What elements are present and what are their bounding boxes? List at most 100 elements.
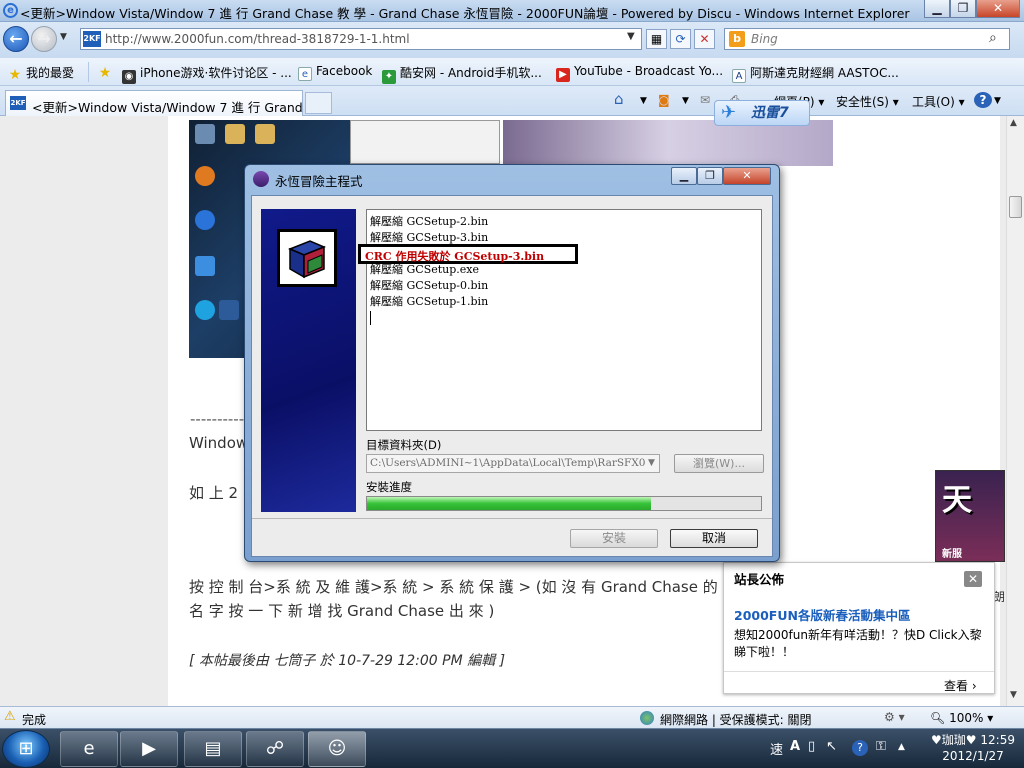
game-icon [253,171,269,187]
safety-menu-label: 安全性(S) [836,95,889,109]
scroll-down-icon[interactable]: ▼ [1010,690,1017,700]
tray-icon[interactable]: ▯ [808,739,815,754]
stop-icon[interactable]: ✕ [694,29,715,49]
add-favorite-icon[interactable]: ★ [98,64,116,80]
dialog-minimize-button[interactable]: ▁ [671,167,697,185]
side-advertisement[interactable]: 天 新服 [935,470,1005,562]
vertical-scrollbar[interactable]: ▲ ▼ [1006,116,1024,706]
scroll-thumb[interactable] [1009,196,1022,218]
install-button[interactable]: 安裝 [570,529,658,548]
new-tab-button[interactable] [305,92,332,114]
clock[interactable]: ♥珈珈♥ 12:59 2012/1/27 [928,732,1018,764]
back-button[interactable]: ← [3,26,29,52]
screenshot-banner [503,120,833,166]
search-placeholder[interactable]: Bing [751,32,778,46]
favorite-item-youtube[interactable]: ▶ YouTube - Broadcast Yo... [556,64,723,82]
address-dropdown-icon[interactable]: ▼ [627,31,635,42]
media-player-icon[interactable]: ▶ [120,731,178,767]
dialog-close-button[interactable]: ✕ [723,167,771,185]
xunlei-toolbar[interactable]: ✈ 迅雷7 [714,100,810,126]
ie-icon [195,210,215,230]
divider [252,518,772,519]
zoom-level[interactable]: 🔍︎ 100% ▾ [930,711,993,725]
dialog-maximize-button[interactable]: ❐ [697,167,723,185]
favorite-item-coolapk[interactable]: ✦ 酷安网 - Android手机软... [382,64,542,84]
bing-icon: b [729,31,745,47]
help-dropdown-icon[interactable]: ▼ [994,96,1001,106]
post-paragraph: 名 字 按 一 下 新 增 找 Grand Chase 出 來 ) [189,602,495,620]
log-line: 解壓縮 GCSetup-1.bin [370,295,489,308]
post-line: 如 上 2 [189,484,239,502]
close-button[interactable]: ✕ [976,0,1020,18]
iphone-site-icon: ◉ [122,70,136,84]
tab-label: <更新>Window Vista/Window 7 進 行 Grand C... [32,100,328,115]
favorites-button[interactable]: ★ 我的最愛 [8,64,74,82]
cursor-icon[interactable]: ↖ [826,739,837,754]
favorite-item-aastocks[interactable]: A 阿斯達克財經網 AASTOC... [732,64,899,83]
feed-dropdown-icon[interactable]: ▼ [682,96,689,106]
mail-icon[interactable]: ✉ [700,93,710,107]
divider [724,671,994,672]
refresh-icon[interactable]: ⟳ [670,29,691,49]
announcement-popup: 站長公佈 ✕ 2000FUN各版新春活動集中區 想知2000fun新年有咩活動！… [723,562,995,694]
favorite-item-iphone[interactable]: ◉ iPhone游戏·软件讨论区 - ... [122,64,292,84]
network-app-icon[interactable]: ☍ [246,731,304,767]
tools-menu-label: 工具(O) [912,95,955,109]
tab-current[interactable]: 2KF <更新>Window Vista/Window 7 進 行 Grand … [5,90,327,116]
rss-feed-icon[interactable]: ◙ [658,93,670,107]
tools-menu[interactable]: 工具(O) ▾ [912,93,965,110]
safety-menu[interactable]: 安全性(S) ▾ [836,93,899,110]
cancel-button[interactable]: 取消 [670,529,758,548]
screenshot-panel [350,120,500,164]
close-icon[interactable]: ✕ [964,571,982,587]
maximize-button[interactable]: ❐ [950,0,976,18]
address-url[interactable]: http://www.2000fun.com/thread-3818729-1-… [105,32,410,46]
announcement-link[interactable]: 2000FUN各版新春活動集中區 [734,605,910,624]
minimize-button[interactable]: ▁ [924,0,950,18]
favorite-label: YouTube - Broadcast Yo... [574,64,724,78]
favorites-bar: ★ 我的最愛 ★ ◉ iPhone游戏·软件讨论区 - ... e Facebook … [0,58,1024,86]
tab-favicon: 2KF [10,96,26,110]
destination-label: 目標資料夾(D) [366,438,442,452]
folder-icon [255,124,275,144]
edit-note: [ 本帖最後由 七筒子 於 10-7-29 12:00 PM 編輯 ] [189,653,506,669]
extraction-log: 解壓縮 GCSetup-2.bin 解壓縮 GCSetup-3.bin 解壓縮 … [358,209,762,431]
post-paragraph: 按 控 制 台>系 統 及 維 護>系 統 > 系 統 保 護 > (如 沒 有… [189,578,718,596]
ie-taskbar-icon[interactable]: e [60,731,118,767]
help-icon[interactable]: ? [974,92,992,108]
installer-logo [277,229,337,287]
destination-folder-input[interactable]: C:\Users\ADMINI~1\AppData\Local\Temp\Rar… [366,454,660,473]
history-dropdown-icon[interactable]: ▼ [60,32,67,42]
network-tray-icon[interactable]: ⚿ [876,739,886,754]
compatibility-view-icon[interactable]: ▦ [646,29,667,49]
protected-mode-icon[interactable]: ⚙ ▾ [884,710,905,724]
scroll-up-icon[interactable]: ▲ [1010,118,1017,128]
start-button[interactable]: ⊞ [2,730,50,768]
coolapk-icon: ✦ [382,70,396,84]
home-dropdown-icon[interactable]: ▼ [640,96,647,106]
favorite-item-facebook[interactable]: e Facebook [298,64,372,81]
search-icon[interactable]: ⌕ [989,30,997,46]
address-row: ← → ▼ 2KF http://www.2000fun.com/thread-… [0,22,1024,58]
skype-icon [195,300,215,320]
explorer-folder-icon[interactable]: ▤ [184,731,242,767]
home-icon[interactable]: ⌂ [614,90,624,108]
help-tray-icon[interactable]: ? [852,740,868,756]
search-box[interactable]: b Bing ⌕ [724,28,1010,50]
text-caret [370,311,371,325]
ad-label: 新服 [942,549,962,560]
address-bar[interactable]: 2KF http://www.2000fun.com/thread-381872… [80,28,642,50]
error-highlight-box: CRC 作用失敗於 GCSetup-3.bin [358,244,578,264]
browse-button[interactable]: 瀏覽(W)... [674,454,764,473]
ime-icon[interactable]: 速 [770,739,783,758]
show-hidden-icons[interactable]: ▲ [898,742,905,752]
security-zone[interactable]: 網際網路 | 受保護模式: 關閉 [660,711,812,728]
destination-dropdown-icon[interactable]: ▼ [644,455,659,472]
dialog-title: 永恆冒險主程式 [275,174,363,189]
font-icon[interactable]: A [790,739,800,754]
view-more-link[interactable]: 查看 › [944,677,977,694]
forward-button[interactable]: → [31,26,57,52]
grand-chase-taskbar-icon[interactable]: ☺ [308,731,366,767]
globe-icon [640,711,654,725]
divider [88,62,89,82]
